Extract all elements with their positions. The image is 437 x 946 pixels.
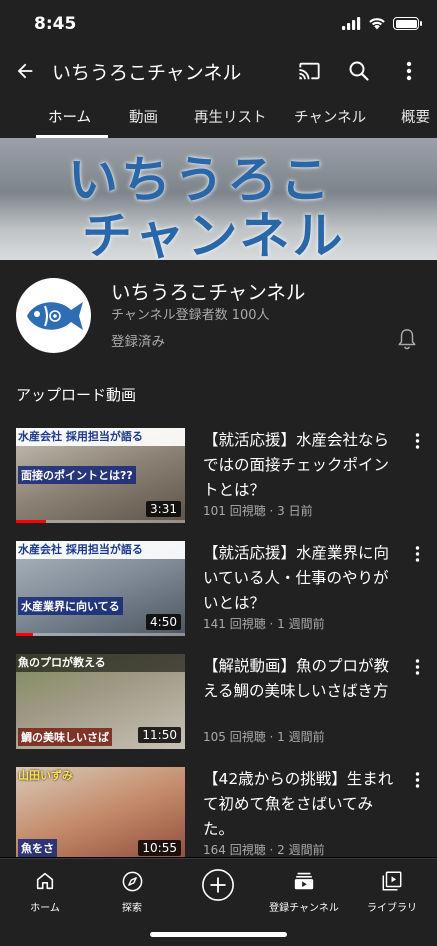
home-icon xyxy=(36,872,54,890)
wifi-icon xyxy=(369,18,385,30)
video-more-button[interactable] xyxy=(408,430,426,452)
video-thumbnail[interactable]: 水産会社 採用担当が語る 面接のポイントとは?? 3:31 xyxy=(16,428,185,523)
cast-icon xyxy=(298,62,320,80)
channel-avatar[interactable] xyxy=(16,278,91,353)
more-vert-icon xyxy=(415,546,419,562)
video-item[interactable]: 水産会社 採用担当が語る 面接のポイントとは?? 3:31 【就活応援】水産会社… xyxy=(0,428,437,538)
nav-home[interactable]: ホーム xyxy=(5,867,85,914)
app-title: いちうろこチャンネル xyxy=(52,62,242,84)
video-title[interactable]: 【42歳からの挑戦】生まれて初めて魚をさばいてみた。 xyxy=(203,767,401,842)
video-duration: 3:31 xyxy=(146,501,181,517)
explore-icon xyxy=(122,871,142,891)
library-icon xyxy=(382,871,402,891)
video-thumbnail[interactable]: 魚のプロが教える 鯛の美味しいさば 11:50 xyxy=(16,654,185,749)
cast-button[interactable] xyxy=(295,56,323,86)
tab-channels[interactable]: チャンネル xyxy=(294,106,366,127)
thumbnail-heading: 水産会社 採用担当が語る xyxy=(16,428,185,446)
video-item[interactable]: 水産会社 採用担当が語る 水産業界に向いてる 4:50 【就活応援】水産業界に向… xyxy=(0,541,437,651)
notification-bell-button[interactable] xyxy=(394,326,420,352)
video-more-button[interactable] xyxy=(408,543,426,565)
watch-progress-bar xyxy=(16,520,185,523)
video-title[interactable]: 【就活応援】水産業界に向いている人・仕事のやりがいとは？ xyxy=(203,541,401,616)
watch-progress-bar xyxy=(16,633,185,636)
video-item[interactable]: 魚のプロが教える 鯛の美味しいさば 11:50 【解説動画】魚のプロが教える鯛の… xyxy=(0,654,437,764)
thumbnail-caption: 面接のポイントとは?? xyxy=(18,466,136,484)
channel-banner: いちうろこ チャンネル xyxy=(0,138,437,260)
video-item[interactable]: 山田いずみ 魚をさ 10:55 【42歳からの挑戦】生まれて初めて魚をさばいてみ… xyxy=(0,767,437,857)
video-more-button[interactable] xyxy=(408,769,426,791)
tab-videos[interactable]: 動画 xyxy=(129,106,158,127)
video-thumbnail[interactable]: 水産会社 採用担当が語る 水産業界に向いてる 4:50 xyxy=(16,541,185,636)
more-vert-icon xyxy=(406,61,412,81)
video-thumbnail[interactable]: 山田いずみ 魚をさ 10:55 xyxy=(16,767,185,857)
more-options-button[interactable] xyxy=(395,56,423,86)
channel-tabs: ホーム 動画 再生リスト チャンネル 概要 xyxy=(0,94,437,138)
bell-icon xyxy=(398,329,416,350)
nav-home-label: ホーム xyxy=(30,903,60,914)
fish-logo-icon xyxy=(26,301,83,330)
uploads-heading: アップロード動画 xyxy=(16,386,137,404)
video-duration: 4:50 xyxy=(146,614,181,630)
thumbnail-caption: 鯛の美味しいさば xyxy=(18,728,112,746)
video-duration: 11:50 xyxy=(138,727,181,743)
channel-name: いちうろこチャンネル xyxy=(111,281,306,304)
video-more-button[interactable] xyxy=(408,656,426,678)
more-vert-icon xyxy=(415,433,419,449)
app-bar: いちうろこチャンネル xyxy=(0,48,437,94)
nav-explore-label: 探索 xyxy=(122,903,142,914)
thumbnail-heading: 水産会社 採用担当が語る xyxy=(16,541,185,559)
more-vert-icon xyxy=(415,772,419,788)
cellular-signal-icon xyxy=(342,17,361,30)
status-bar: 8:45 xyxy=(0,0,437,48)
tab-about[interactable]: 概要 xyxy=(401,106,430,127)
video-title[interactable]: 【解説動画】魚のプロが教える鯛の美味しいさばき方 xyxy=(203,654,401,704)
uploads-section: アップロード動画 水産会社 採用担当が語る 面接のポイントとは?? 3:31 【… xyxy=(0,380,437,857)
more-vert-icon xyxy=(415,659,419,675)
video-duration: 10:55 xyxy=(138,840,181,856)
channel-header: いちうろこチャンネル チャンネル登録者数 100人 登録済み xyxy=(0,260,437,380)
subscriptions-icon xyxy=(294,872,314,890)
banner-title-line2: チャンネル xyxy=(82,207,346,260)
subscriber-count: チャンネル登録者数 100人 xyxy=(111,308,270,323)
nav-library-label: ライブラリ xyxy=(367,903,417,914)
search-icon xyxy=(349,61,369,81)
status-time: 8:45 xyxy=(34,14,77,34)
video-meta: 164 回視聴 · 2 週間前 xyxy=(203,843,325,857)
subscribed-button[interactable]: 登録済み xyxy=(111,330,165,350)
video-meta: 105 回視聴 · 1 週間前 xyxy=(203,730,325,744)
thumbnail-caption: 水産業界に向いてる xyxy=(18,597,123,615)
nav-explore[interactable]: 探索 xyxy=(92,867,172,914)
thumbnail-heading: 山田いずみ xyxy=(18,769,73,782)
thumbnail-caption: 魚をさ xyxy=(18,839,57,857)
tab-playlists[interactable]: 再生リスト xyxy=(194,106,267,127)
thumbnail-heading: 魚のプロが教える xyxy=(16,654,185,672)
tab-home[interactable]: ホーム xyxy=(48,106,91,127)
battery-icon xyxy=(393,17,422,30)
nav-library[interactable]: ライブラリ xyxy=(352,867,432,914)
search-button[interactable] xyxy=(345,56,373,86)
back-button[interactable] xyxy=(10,56,40,86)
home-indicator xyxy=(150,932,287,937)
create-plus-icon xyxy=(202,869,234,901)
video-title[interactable]: 【就活応援】水産会社ならではの面接チェックポイントとは？ xyxy=(203,428,401,503)
nav-subscriptions[interactable]: 登録チャンネル xyxy=(264,867,344,914)
back-arrow-icon xyxy=(17,63,33,79)
nav-create[interactable] xyxy=(178,867,258,903)
nav-subscriptions-label: 登録チャンネル xyxy=(269,903,339,914)
video-meta: 141 回視聴 · 1 週間前 xyxy=(203,617,325,631)
video-meta: 101 回視聴 · 3 日前 xyxy=(203,504,313,518)
status-icons xyxy=(342,17,422,30)
